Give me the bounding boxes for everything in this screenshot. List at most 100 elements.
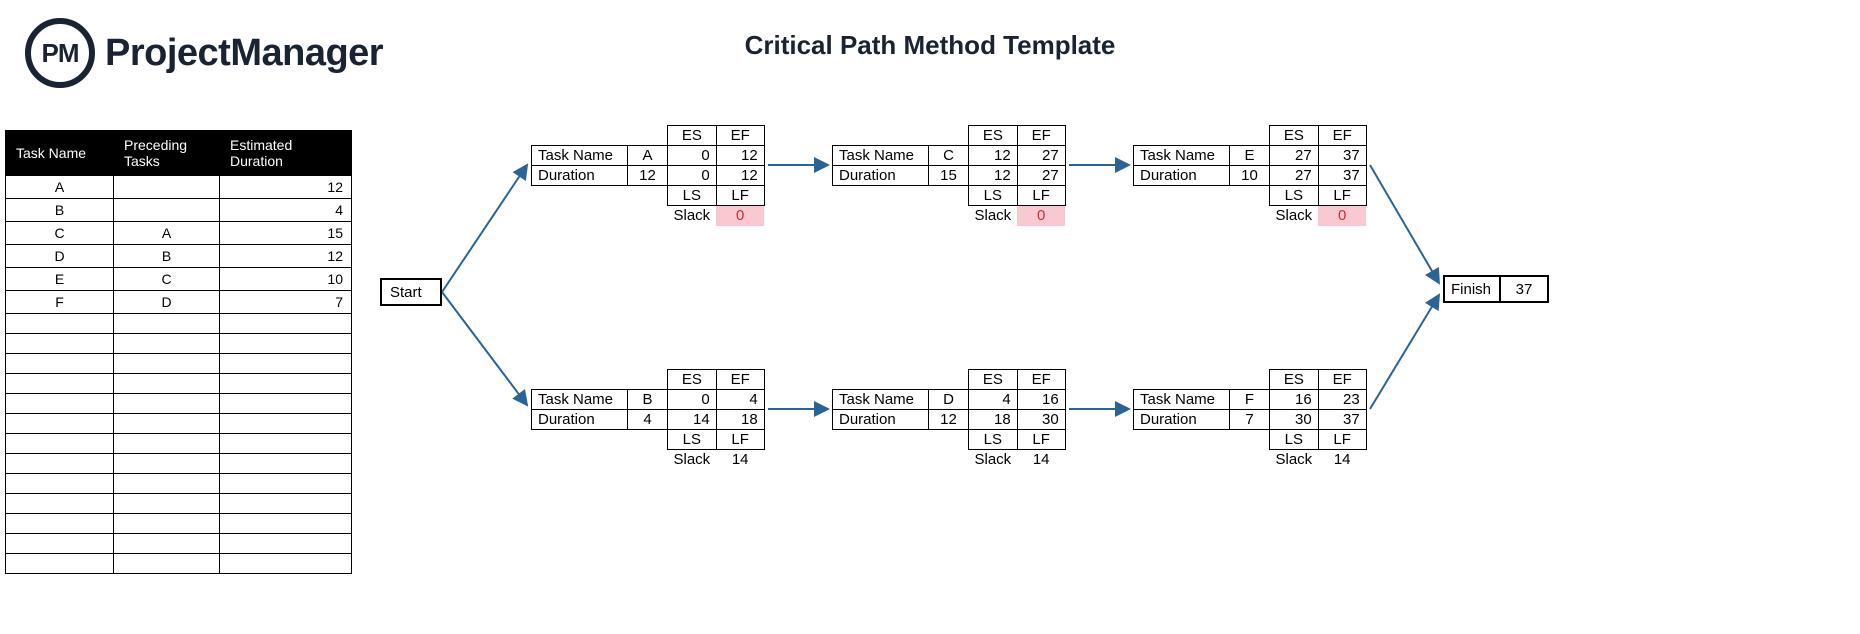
table-row-empty[interactable]: [6, 494, 352, 514]
slack-value: 0: [1017, 206, 1065, 226]
cell-duration[interactable]: 12: [220, 245, 352, 268]
task-name-value: C: [929, 146, 969, 166]
cell-task-name[interactable]: B: [6, 199, 114, 222]
cell-task-name[interactable]: A: [6, 176, 114, 199]
ef-value: 27: [1017, 146, 1065, 166]
finish-node: Finish 37: [1443, 275, 1549, 303]
duration-label: Duration: [532, 166, 628, 186]
cell-duration[interactable]: 12: [220, 176, 352, 199]
table-row-empty[interactable]: [6, 374, 352, 394]
lf-header: LF: [716, 186, 764, 206]
table-row-empty[interactable]: [6, 554, 352, 574]
es-value: 0: [668, 390, 717, 410]
task-name-label: Task Name: [833, 390, 929, 410]
cell-duration[interactable]: 15: [220, 222, 352, 245]
ls-value: 27: [1270, 166, 1319, 186]
task-name-label: Task Name: [532, 146, 628, 166]
task-name-value: A: [628, 146, 668, 166]
es-header: ES: [1270, 126, 1319, 146]
table-row-empty[interactable]: [6, 514, 352, 534]
table-row-empty[interactable]: [6, 534, 352, 554]
slack-value: 0: [1318, 206, 1366, 226]
ef-value: 4: [716, 390, 764, 410]
table-row[interactable]: DB12: [6, 245, 352, 268]
cell-task-name[interactable]: F: [6, 291, 114, 314]
ls-value: 30: [1270, 410, 1319, 430]
es-header: ES: [1270, 370, 1319, 390]
cpm-node-a: ESEFTask NameA012Duration12012LSLFSlack0: [531, 125, 765, 226]
cell-preceding[interactable]: [114, 199, 220, 222]
ef-value: 23: [1318, 390, 1366, 410]
duration-value: 15: [929, 166, 969, 186]
lf-value: 37: [1318, 410, 1366, 430]
cell-task-name[interactable]: E: [6, 268, 114, 291]
cell-task-name[interactable]: D: [6, 245, 114, 268]
cell-preceding[interactable]: [114, 176, 220, 199]
cell-preceding[interactable]: B: [114, 245, 220, 268]
lf-header: LF: [716, 430, 764, 450]
es-value: 27: [1270, 146, 1319, 166]
task-name-value: E: [1230, 146, 1270, 166]
ef-header: EF: [1017, 126, 1065, 146]
cell-preceding[interactable]: D: [114, 291, 220, 314]
cell-preceding[interactable]: A: [114, 222, 220, 245]
task-name-value: B: [628, 390, 668, 410]
table-row-empty[interactable]: [6, 454, 352, 474]
ls-header: LS: [668, 430, 717, 450]
cpm-diagram: Start Finish 37 ESEFTask NameA012Duratio…: [380, 125, 1580, 505]
table-row[interactable]: EC10: [6, 268, 352, 291]
ls-value: 18: [969, 410, 1018, 430]
task-name-label: Task Name: [532, 390, 628, 410]
table-row[interactable]: FD7: [6, 291, 352, 314]
lf-value: 12: [716, 166, 764, 186]
ef-value: 37: [1318, 146, 1366, 166]
slack-label: Slack: [1270, 450, 1319, 470]
table-row-empty[interactable]: [6, 334, 352, 354]
cell-duration[interactable]: 7: [220, 291, 352, 314]
ef-header: EF: [1318, 126, 1366, 146]
task-name-value: D: [929, 390, 969, 410]
es-value: 12: [969, 146, 1018, 166]
lf-header: LF: [1017, 430, 1065, 450]
task-name-label: Task Name: [833, 146, 929, 166]
ef-header: EF: [1017, 370, 1065, 390]
cpm-node-c: ESEFTask NameC1227Duration151227LSLFSlac…: [832, 125, 1066, 226]
cell-duration[interactable]: 10: [220, 268, 352, 291]
table-row[interactable]: B4: [6, 199, 352, 222]
table-row-empty[interactable]: [6, 474, 352, 494]
table-row-empty[interactable]: [6, 414, 352, 434]
es-header: ES: [969, 370, 1018, 390]
ef-header: EF: [716, 370, 764, 390]
slack-label: Slack: [969, 450, 1018, 470]
lf-value: 27: [1017, 166, 1065, 186]
table-row[interactable]: CA15: [6, 222, 352, 245]
ls-header: LS: [668, 186, 717, 206]
task-name-value: F: [1230, 390, 1270, 410]
cell-preceding[interactable]: C: [114, 268, 220, 291]
table-row-empty[interactable]: [6, 434, 352, 454]
es-header: ES: [668, 126, 717, 146]
ls-header: LS: [1270, 186, 1319, 206]
duration-label: Duration: [532, 410, 628, 430]
task-name-label: Task Name: [1134, 390, 1230, 410]
ls-value: 0: [668, 166, 717, 186]
cpm-node-d: ESEFTask NameD416Duration121830LSLFSlack…: [832, 369, 1066, 470]
table-row-empty[interactable]: [6, 354, 352, 374]
ef-value: 16: [1017, 390, 1065, 410]
table-row-empty[interactable]: [6, 314, 352, 334]
es-value: 4: [969, 390, 1018, 410]
cell-duration[interactable]: 4: [220, 199, 352, 222]
page-title: Critical Path Method Template: [0, 30, 1860, 61]
duration-label: Duration: [1134, 166, 1230, 186]
ls-value: 12: [969, 166, 1018, 186]
duration-value: 7: [1230, 410, 1270, 430]
slack-label: Slack: [668, 206, 717, 226]
table-row-empty[interactable]: [6, 394, 352, 414]
duration-label: Duration: [1134, 410, 1230, 430]
duration-value: 12: [929, 410, 969, 430]
cell-task-name[interactable]: C: [6, 222, 114, 245]
slack-value: 0: [716, 206, 764, 226]
slack-value: 14: [1318, 450, 1366, 470]
finish-label: Finish: [1443, 275, 1501, 303]
table-row[interactable]: A 12: [6, 176, 352, 199]
